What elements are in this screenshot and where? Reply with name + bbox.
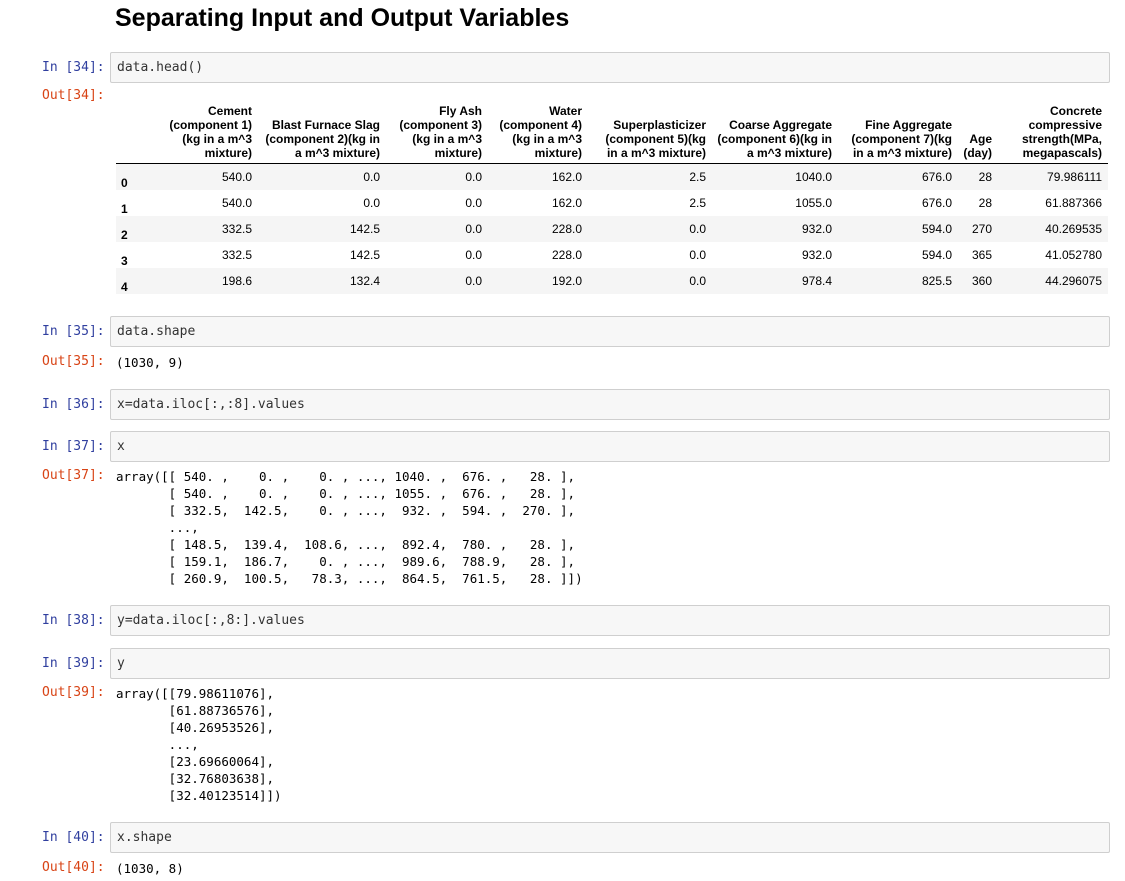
output-text: array([[ 540. , 0. , 0. , ..., 1040. , 6… xyxy=(116,469,583,586)
table-cell: 332.5 xyxy=(221,222,252,236)
out-prompt-35: Out[35]: xyxy=(42,354,105,369)
code-cell-34[interactable]: data.head() xyxy=(110,52,1110,83)
table-cell: 0.0 xyxy=(465,222,482,236)
code-text: data.head() xyxy=(117,60,204,75)
table-cell: 0.0 xyxy=(465,248,482,262)
table-cell: 676.0 xyxy=(921,196,952,210)
table-cell: 594.0 xyxy=(921,248,952,262)
table-row: 1 540.0 0.0 0.0 162.0 2.5 1055.0 676.0 28 61.8873… xyxy=(116,190,1108,216)
code-text: data.shape xyxy=(117,324,196,339)
table-cell: 0.0 xyxy=(689,274,706,288)
table-cell: 28 xyxy=(978,170,992,184)
table-cell: 0.0 xyxy=(465,170,482,184)
table-cell: 270 xyxy=(971,222,992,236)
table-cell: 142.5 xyxy=(349,222,380,236)
output-text: (1030, 8) xyxy=(116,861,184,876)
code-text: y=data.iloc[:,8:].values xyxy=(117,613,305,628)
table-cell: 332.5 xyxy=(221,248,252,262)
table-cell: 2.5 xyxy=(689,170,706,184)
table-cell: 2.5 xyxy=(689,196,706,210)
column-header: Superplasticizer (component 5)(kg in a m^3… xyxy=(588,104,712,164)
table-cell: 1040.0 xyxy=(795,170,832,184)
table-row: 0 540.0 0.0 0.0 162.0 2.5 1040.0 676.0 28 79.9861… xyxy=(116,163,1108,190)
table-cell: 0.0 xyxy=(465,196,482,210)
in-prompt-37: In [37]: xyxy=(42,439,105,454)
table-cell: 162.0 xyxy=(551,196,582,210)
table-cell: 0.0 xyxy=(689,222,706,236)
table-cell: 41.052780 xyxy=(1045,248,1102,262)
code-text: y xyxy=(117,656,125,671)
table-row: 3 332.5 142.5 0.0 228.0 0.0 932.0 594.0 365 41.05… xyxy=(116,242,1108,268)
out-prompt-40: Out[40]: xyxy=(42,860,105,875)
column-header: Concrete compressive strength(MPa, megapasc… xyxy=(998,104,1108,164)
table-cell: 79.986111 xyxy=(1047,170,1102,184)
table-cell: 40.269535 xyxy=(1045,222,1102,236)
table-cell: 0.0 xyxy=(363,170,380,184)
code-cell-38[interactable]: y=data.iloc[:,8:].values xyxy=(110,605,1110,636)
table-cell: 825.5 xyxy=(921,274,952,288)
code-cell-39[interactable]: y xyxy=(110,648,1110,679)
dataframe-table: Cement (component 1) (kg in a m^3 mixture) … xyxy=(116,104,1108,294)
section-heading: Separating Input and Output Variables xyxy=(115,4,570,32)
row-index: 0 xyxy=(121,176,128,190)
in-prompt-40: In [40]: xyxy=(42,830,105,845)
in-prompt-34: In [34]: xyxy=(42,60,105,75)
table-cell: 228.0 xyxy=(551,222,582,236)
table-row: 4 198.6 132.4 0.0 192.0 0.0 978.4 825.5 360 44.29… xyxy=(116,268,1108,294)
table-cell: 932.0 xyxy=(801,222,832,236)
in-prompt-38: In [38]: xyxy=(42,613,105,628)
row-index: 4 xyxy=(121,280,128,294)
column-header: Fly Ash (component 3) (kg in a m^3 mixture) xyxy=(386,104,488,164)
column-header: Water (component 4) (kg in a m^3 mixture) xyxy=(488,104,588,164)
code-cell-36[interactable]: x=data.iloc[:,:8].values xyxy=(110,389,1110,420)
column-header: Fine Aggregate (component 7)(kg in a m^3 m… xyxy=(838,104,958,164)
row-index: 2 xyxy=(121,228,128,242)
code-text: x=data.iloc[:,:8].values xyxy=(117,397,305,412)
output-text: array([[79.98611076], [61.88736576], [40… xyxy=(116,686,282,803)
in-prompt-39: In [39]: xyxy=(42,656,105,671)
row-index: 3 xyxy=(121,254,128,268)
column-header: Age (day) xyxy=(958,104,998,164)
table-cell: 44.296075 xyxy=(1045,274,1102,288)
out-prompt-39: Out[39]: xyxy=(42,685,105,700)
out-prompt-34: Out[34]: xyxy=(42,88,105,103)
table-cell: 1055.0 xyxy=(795,196,832,210)
code-text: x xyxy=(117,439,125,454)
table-cell: 228.0 xyxy=(551,248,582,262)
table-cell: 365 xyxy=(971,248,992,262)
table-cell: 0.0 xyxy=(363,196,380,210)
table-row: 2 332.5 142.5 0.0 228.0 0.0 932.0 594.0 270 40.26… xyxy=(116,216,1108,242)
code-cell-37[interactable]: x xyxy=(110,431,1110,462)
index-header xyxy=(116,104,154,164)
table-header-row: Cement (component 1) (kg in a m^3 mixture) … xyxy=(116,104,1108,164)
table-cell: 932.0 xyxy=(801,248,832,262)
code-cell-40[interactable]: x.shape xyxy=(110,822,1110,853)
table-cell: 192.0 xyxy=(551,274,582,288)
table-cell: 360 xyxy=(971,274,992,288)
in-prompt-36: In [36]: xyxy=(42,397,105,412)
table-cell: 676.0 xyxy=(921,170,952,184)
column-header: Blast Furnace Slag (component 2)(kg in a m… xyxy=(258,104,386,164)
in-prompt-35: In [35]: xyxy=(42,324,105,339)
table-cell: 0.0 xyxy=(689,248,706,262)
table-cell: 594.0 xyxy=(921,222,952,236)
output-text: (1030, 9) xyxy=(116,355,184,370)
code-text: x.shape xyxy=(117,830,172,845)
table-cell: 540.0 xyxy=(221,196,252,210)
table-cell: 132.4 xyxy=(349,274,380,288)
table-cell: 540.0 xyxy=(221,170,252,184)
row-index: 1 xyxy=(121,202,128,216)
column-header: Cement (component 1) (kg in a m^3 mixture) xyxy=(154,104,258,164)
table-cell: 162.0 xyxy=(551,170,582,184)
table-cell: 28 xyxy=(978,196,992,210)
code-cell-35[interactable]: data.shape xyxy=(110,316,1110,347)
out-prompt-37: Out[37]: xyxy=(42,468,105,483)
table-cell: 0.0 xyxy=(465,274,482,288)
table-cell: 61.887366 xyxy=(1045,196,1102,210)
table-cell: 978.4 xyxy=(801,274,832,288)
table-cell: 142.5 xyxy=(349,248,380,262)
column-header: Coarse Aggregate (component 6)(kg in a m^3… xyxy=(712,104,838,164)
table-cell: 198.6 xyxy=(221,274,252,288)
